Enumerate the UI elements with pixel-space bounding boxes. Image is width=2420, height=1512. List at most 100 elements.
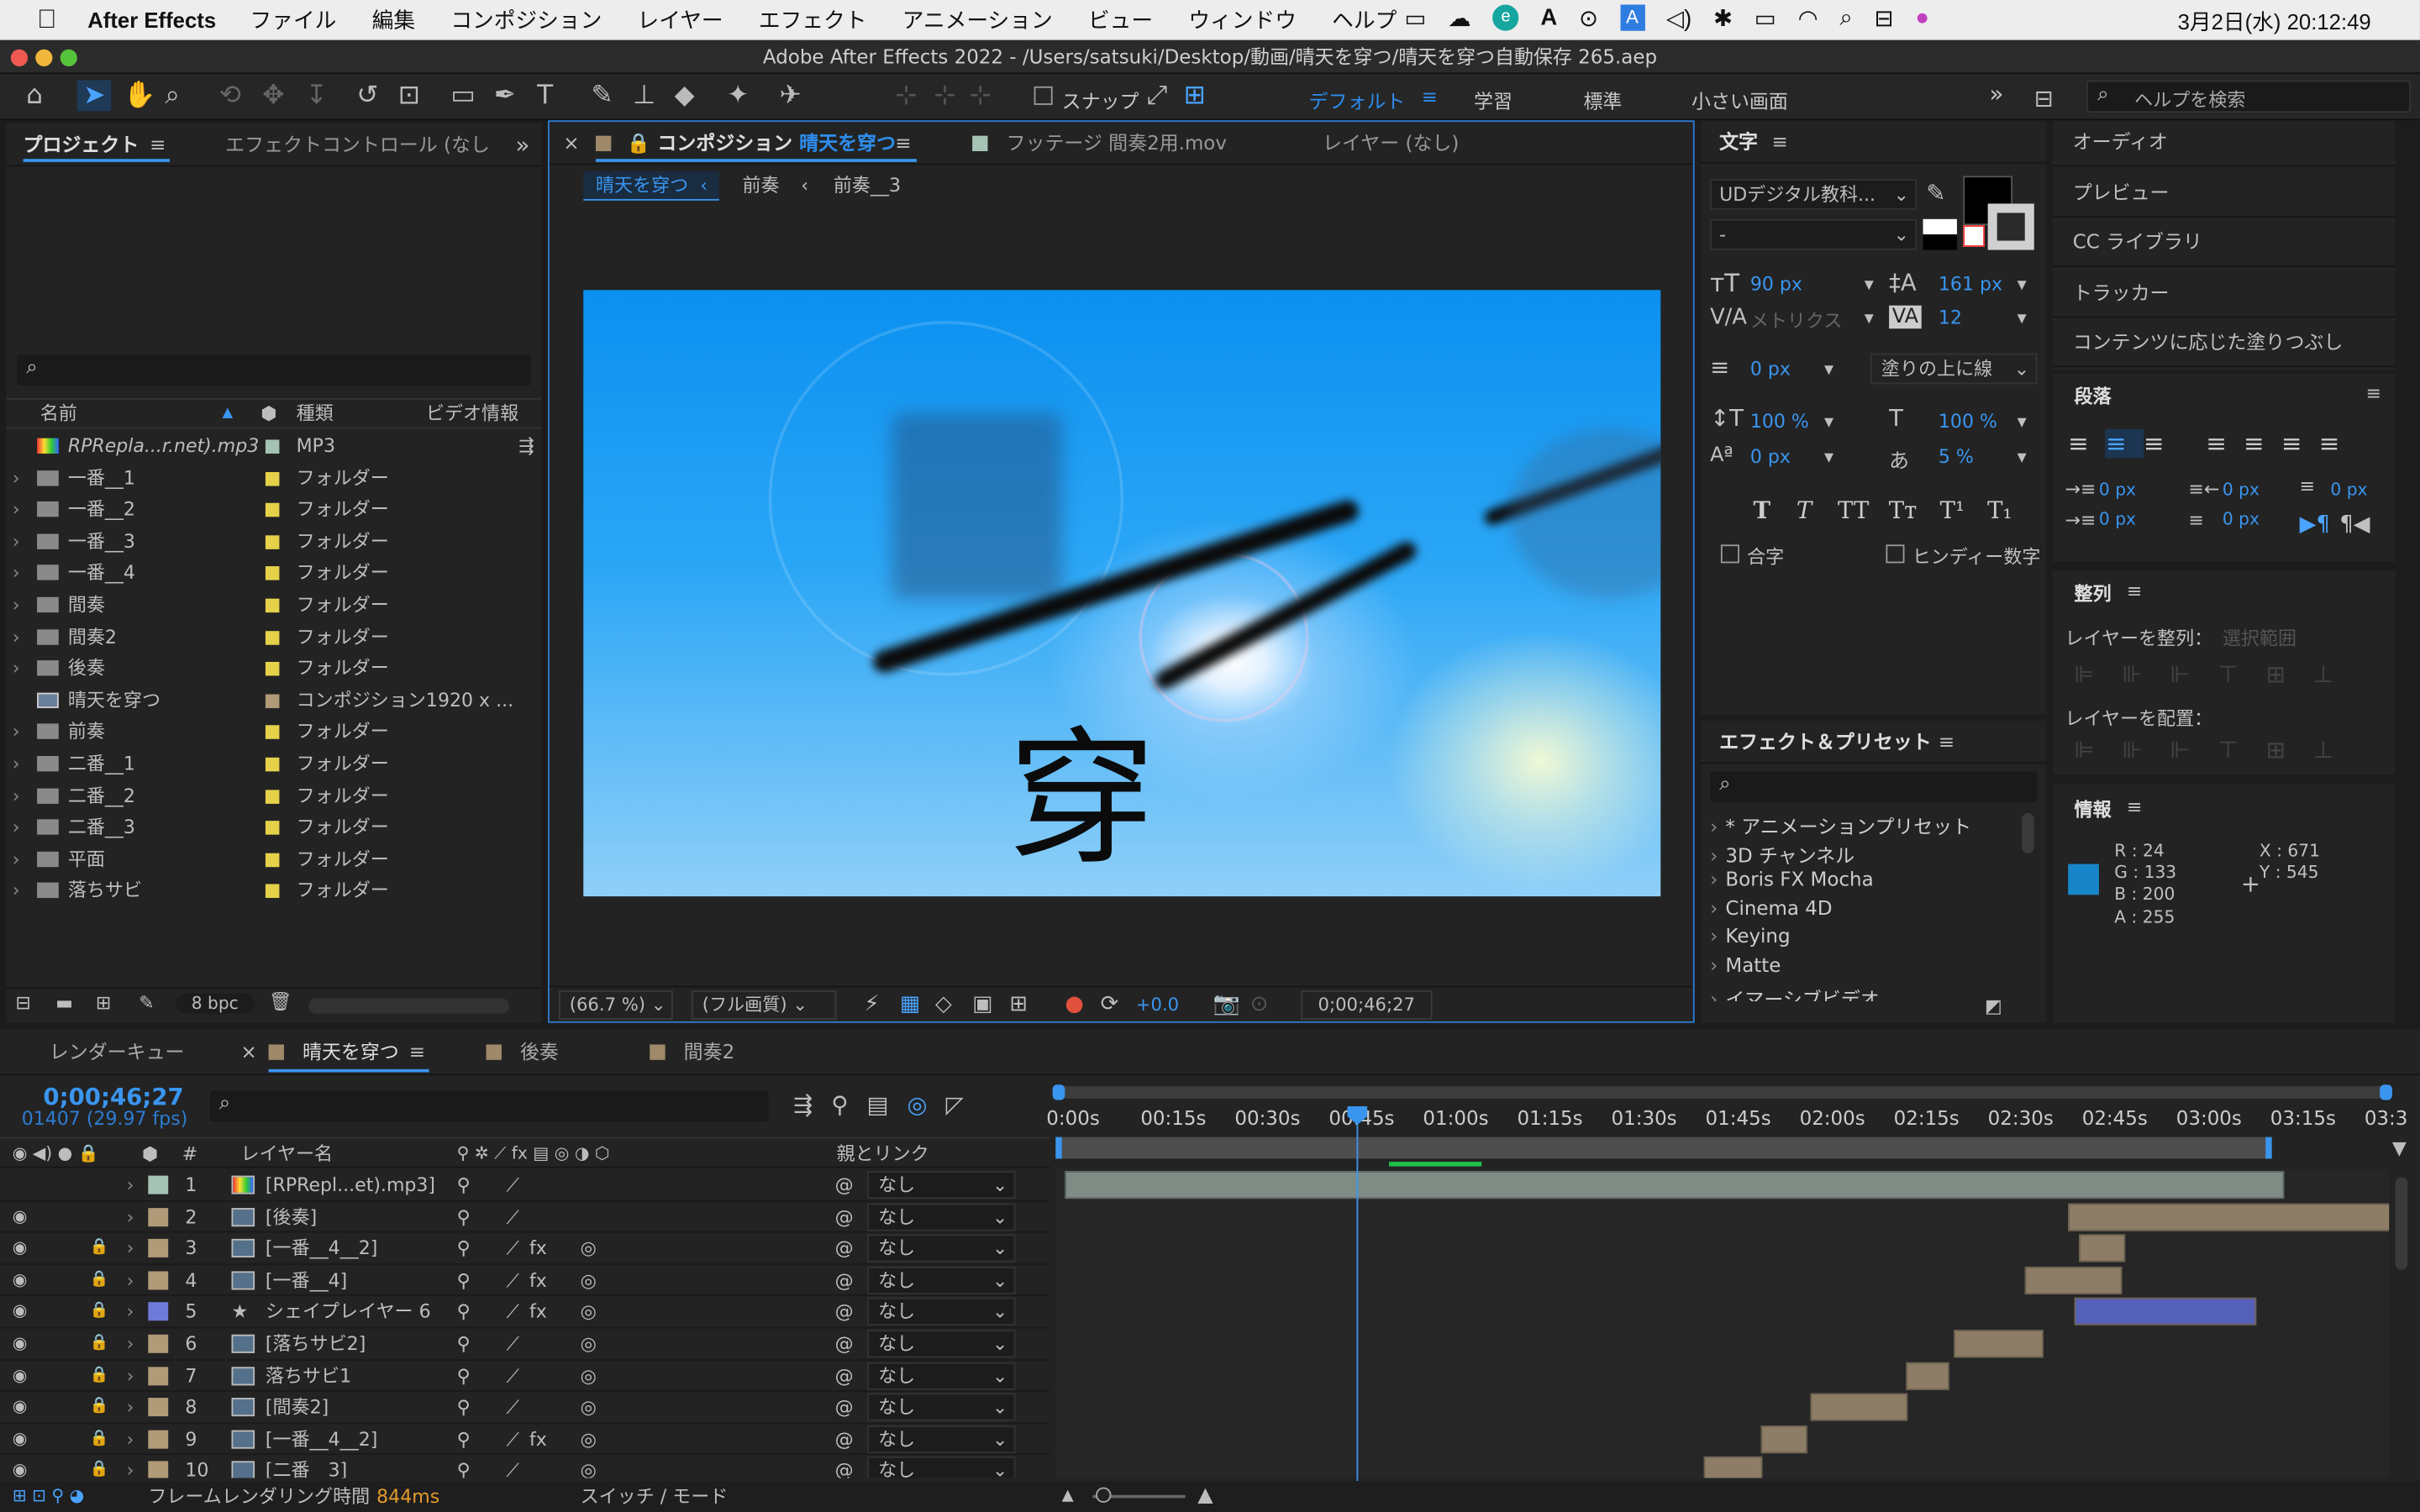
layer-row[interactable]: ◉ 🔒 › 3 [一番__4__2] ⚲ ⟋ fx ◎ @ なし ⌄ [0,1233,1050,1265]
effects-scrollbar[interactable] [2022,812,2034,853]
close-tab-icon[interactable]: × [563,122,579,165]
pen-tool-icon[interactable]: ✒ [494,81,516,112]
snap-options-icon[interactable]: ⤢ [1147,81,1168,112]
justify-all-icon[interactable]: ≡ [2319,429,2357,459]
tab-effect-controls[interactable]: エフェクトコントロール (なし [225,123,490,166]
shy-switch-icon[interactable]: ⚲ [457,1328,471,1359]
font-size-dropdown-icon[interactable]: ▾ [1865,273,1874,295]
brush-tool-icon[interactable]: ✎ [591,81,613,112]
label-color-swatch[interactable] [265,503,280,517]
parent-dropdown[interactable]: なし ⌄ [867,1298,1016,1326]
layer-label-color[interactable] [148,1462,169,1478]
frame-blending-icon[interactable]: ▤ [866,1091,907,1119]
lock-icon[interactable]: 🔒 [90,1297,109,1328]
project-item[interactable]: › 落ちサビ フォルダー [6,875,541,906]
layer-label-color[interactable] [148,1366,169,1385]
expand-chevron-icon[interactable]: › [13,811,20,843]
layer-label-color[interactable] [148,1207,169,1226]
project-item[interactable]: 晴天を穿つ コンポジション 1920 x ... [6,685,541,716]
rectangle-tool-icon[interactable]: ▭ [450,81,476,112]
project-scrollbar[interactable] [308,998,510,1014]
info-title[interactable]: 情報 [2075,796,2112,822]
project-item[interactable]: › 一番__4 フォルダー [6,558,541,589]
layer-duration-bar[interactable] [1954,1330,2044,1358]
bpc-button[interactable]: 8 bpc [176,993,255,1014]
label-color-swatch[interactable] [265,662,280,676]
breadcrumb-intro[interactable]: 前奏 [742,165,779,206]
visibility-eye-icon[interactable]: ◉ [13,1265,28,1296]
rtl-direction-icon[interactable]: ¶◀ [2339,512,2370,537]
panel-content-aware-fill[interactable]: コンテンツに応じた塗りつぶし [2052,322,2396,368]
parent-dropdown[interactable]: なし ⌄ [867,1266,1016,1294]
help-search-box[interactable]: ⌕ ヘルプを検索 [2086,80,2411,113]
tab-outro[interactable]: 後奏 [520,1029,559,1075]
label-color-swatch[interactable] [265,566,280,581]
layer-row[interactable]: ◉ 🔒 › 8 [間奏2] ⚲ ⟋ ◎ @ なし ⌄ [0,1392,1050,1424]
kerning-dropdown-icon[interactable]: ▾ [1865,307,1874,329]
expand-chevron-icon[interactable]: › [13,558,20,589]
col-layer-name[interactable]: レイヤー名 [241,1138,334,1169]
menu-layer[interactable]: レイヤー [638,5,723,36]
layer-name[interactable]: [RPRepl...et).mp3] [266,1169,435,1200]
layer-duration-bar[interactable] [2079,1234,2126,1263]
expand-chevron-icon[interactable]: › [13,526,20,557]
black-white-swatch[interactable] [1923,218,1957,250]
label-color-swatch[interactable] [265,439,280,454]
col-video-info[interactable]: ビデオ情報 [426,400,518,429]
label-color-swatch[interactable] [265,821,280,835]
home-icon[interactable]: ⌂ [26,81,43,112]
col-parent[interactable]: 親とリンク [836,1138,929,1169]
nav-start-handle[interactable] [1052,1084,1065,1100]
layer-name[interactable]: [一番__4] [266,1265,347,1296]
breadcrumb-intro-3[interactable]: 前奏__3 [834,165,901,206]
zoom-slider-knob[interactable] [1096,1487,1112,1503]
motion-blur-switch-icon[interactable]: ◎ [581,1233,597,1264]
fast-previews-icon[interactable]: ⚡ [865,987,880,1021]
panel-cc-libraries[interactable]: CC ライブラリ [2052,221,2396,268]
layer-name[interactable]: [落ちサビ2] [266,1328,366,1359]
project-item[interactable]: › 平面 フォルダー [6,843,541,874]
expand-chevron-icon[interactable]: › [127,1360,134,1391]
leading-value[interactable]: 161 px [1939,273,2002,295]
roto-brush-icon[interactable]: ✦ [727,81,749,112]
bluetooth-icon[interactable]: ✱ [1713,5,1733,32]
faux-italic-button[interactable]: T [1797,496,1812,524]
parent-dropdown[interactable]: なし ⌄ [867,1457,1016,1478]
lock-icon[interactable]: 🔒 [90,1424,109,1455]
app-menu[interactable]: After Effects [87,8,216,32]
horizontal-scale-value[interactable]: 100 % [1939,411,1997,433]
pan-camera-icon[interactable]: ✥ [262,81,284,112]
layer-row[interactable]: ◉ 🔒 › 9 [一番__4__2] ⚲ ⟋ fx ◎ @ なし ⌄ [0,1424,1050,1456]
paragraph-title[interactable]: 段落 [2075,383,2112,409]
visibility-eye-icon[interactable]: ◉ [13,1360,28,1391]
label-color-swatch[interactable] [265,534,280,549]
lock-icon[interactable]: 🔒 [90,1392,109,1423]
visibility-eye-icon[interactable]: ◉ [13,1233,28,1264]
layer-duration-bar[interactable] [1906,1362,1949,1390]
axis-world-icon[interactable]: ⊹ [934,81,955,112]
layer-row[interactable]: ◉ 🔒 › 10 [二番__3] ⚲ ⟋ ◎ @ なし ⌄ [0,1456,1050,1478]
parent-dropdown[interactable]: なし ⌄ [867,1362,1016,1390]
faux-bold-button[interactable]: T [1753,496,1770,524]
font-style-dropdown[interactable]: - ⌄ [1710,218,1918,250]
current-time-display[interactable]: 0;00;46;27 [1301,990,1433,1021]
exposure-reset-icon[interactable]: ⟳ [1101,987,1119,1021]
expand-chevron-icon[interactable]: › [13,590,20,621]
play-icon[interactable]: ⊙ [1579,5,1598,32]
channel-icon[interactable]: ● [1065,987,1083,1021]
label-color-swatch[interactable] [265,694,280,708]
nav-end-handle[interactable] [2380,1084,2392,1100]
expand-chevron-icon[interactable]: › [13,875,20,906]
expand-chevron-icon[interactable]: › [13,653,20,684]
distribute-h-center-icon[interactable]: ⊞ [2266,736,2313,764]
effects-switch-icon[interactable]: fx [529,1424,547,1455]
pickwhip-icon[interactable]: @ [835,1424,854,1455]
parent-dropdown[interactable]: なし ⌄ [867,1202,1016,1231]
layer-row[interactable]: ◉ 🔒 › 6 [落ちサビ2] ⚲ ⟋ ◎ @ なし ⌄ [0,1328,1050,1361]
close-window-button[interactable] [10,49,29,66]
apple-icon[interactable]:  [37,5,56,36]
motion-blur-switch-icon[interactable]: ◎ [581,1392,597,1423]
comp-flowchart-icon[interactable]: ⇶ [793,1091,831,1119]
project-item[interactable]: › 一番__2 フォルダー [6,494,541,525]
guides-icon[interactable]: ⊞ [1009,987,1028,1021]
